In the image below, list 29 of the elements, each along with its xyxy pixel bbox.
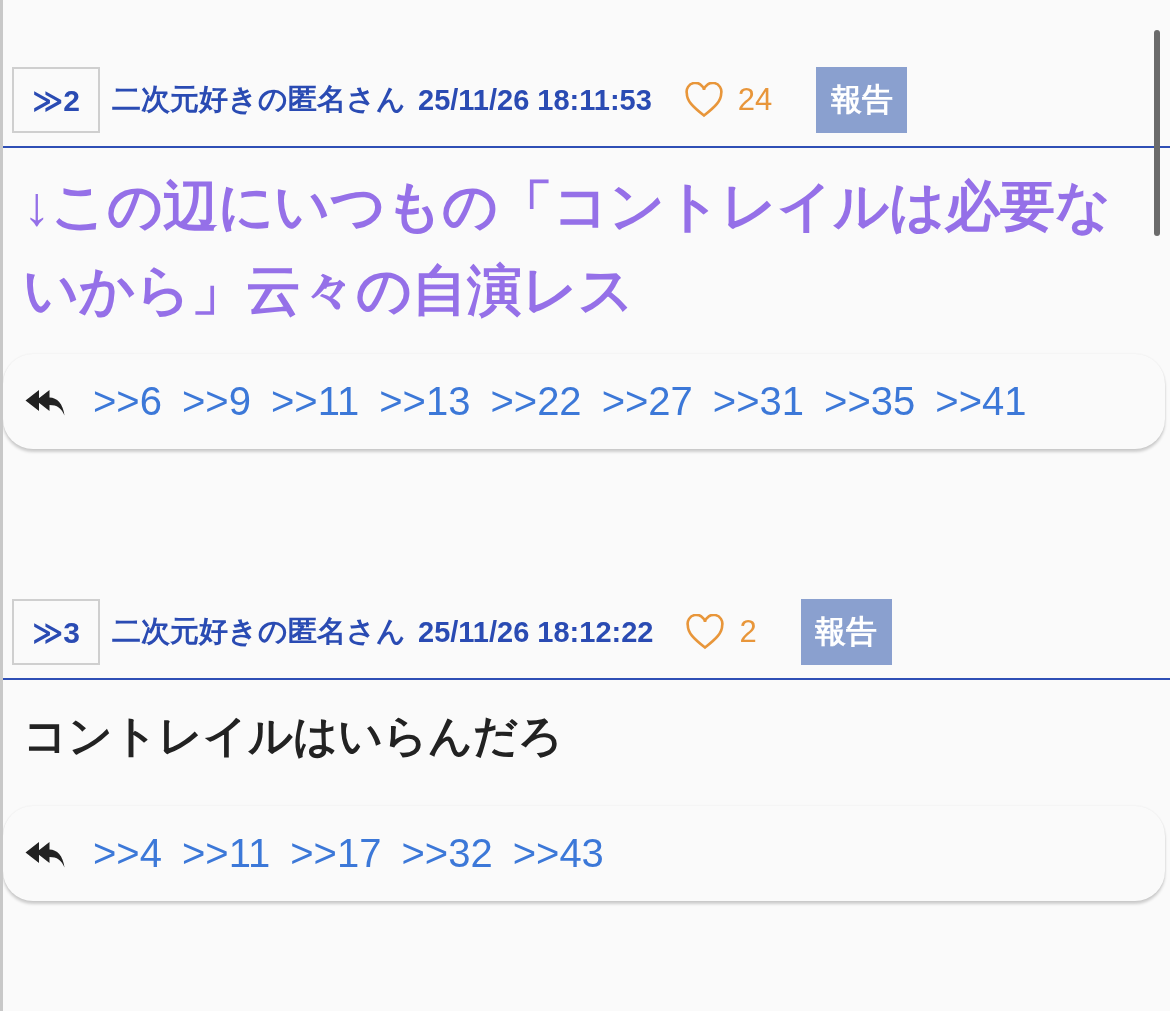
- heart-icon[interactable]: [685, 614, 726, 650]
- report-button[interactable]: 報告: [816, 67, 908, 133]
- author-name: 二次元好きの匿名さん: [112, 82, 406, 117]
- reply-link[interactable]: >>31: [712, 379, 805, 424]
- reply-link[interactable]: >>22: [490, 379, 582, 424]
- post-datetime: 25/11/26 18:11:53: [418, 83, 652, 117]
- reply-link[interactable]: >>35: [824, 379, 916, 424]
- reply-link[interactable]: >>17: [290, 831, 382, 876]
- reply-link[interactable]: >>6: [93, 379, 162, 424]
- reply-link[interactable]: >>13: [379, 379, 471, 424]
- scrollbar[interactable]: [1154, 30, 1160, 236]
- post-datetime: 25/11/26 18:12:22: [418, 615, 654, 649]
- post-text: コントレイルはいらんだろ: [22, 710, 564, 762]
- reply-link[interactable]: >>4: [93, 831, 162, 876]
- report-button[interactable]: 報告: [800, 599, 892, 665]
- post-text: ↓この辺にいつもの「コントレイルは必要ないから」云々の自演レス: [22, 174, 1112, 323]
- reply-link[interactable]: >>11: [270, 379, 360, 424]
- author-name: 二次元好きの匿名さん: [112, 614, 406, 649]
- reply-link[interactable]: >>11: [181, 831, 271, 876]
- reply-link[interactable]: >>27: [601, 379, 693, 424]
- post-number[interactable]: ≫3: [12, 599, 100, 665]
- like-count: 24: [737, 82, 773, 118]
- reply-link[interactable]: >>9: [181, 379, 251, 424]
- heart-icon[interactable]: [683, 82, 724, 118]
- like-count: 2: [739, 614, 757, 650]
- reply-link[interactable]: >>41: [935, 379, 1027, 424]
- reply-link[interactable]: >>43: [512, 831, 604, 876]
- reply-link[interactable]: >>32: [401, 831, 493, 876]
- post-number[interactable]: ≫2: [12, 67, 100, 133]
